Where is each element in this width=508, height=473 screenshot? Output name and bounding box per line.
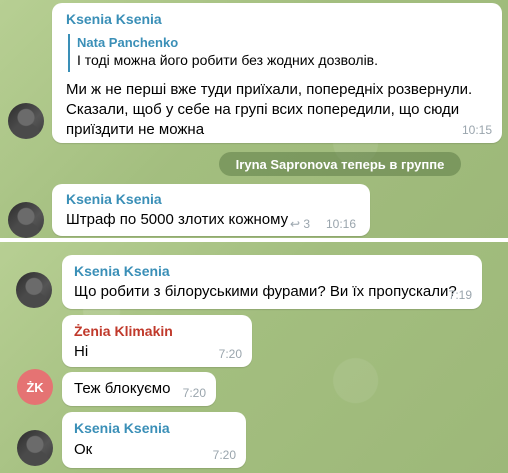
reply-quote[interactable]: Nata Panchenko І тоді можна його робити … <box>68 34 378 72</box>
message-time: 7:20 <box>182 386 206 400</box>
avatar[interactable] <box>16 272 52 308</box>
message-text: Що робити з білоруськими фурами? Ви їх п… <box>74 283 457 300</box>
avatar[interactable] <box>17 430 53 466</box>
reply-sender-name: Nata Panchenko <box>77 35 179 50</box>
avatar[interactable]: ŻK <box>17 369 53 405</box>
message-text: Ні <box>74 343 89 360</box>
sender-name[interactable]: Ksenia Ksenia <box>74 263 170 279</box>
sender-name[interactable]: Ksenia Ksenia <box>66 191 162 207</box>
reply-arrow-icon: ↩ <box>290 217 301 231</box>
message-bubble[interactable]: Żenia Klimakin Ні 7:20 <box>62 315 252 367</box>
message-bubble[interactable]: Ksenia Ksenia Штраф по 5000 злотих кожно… <box>52 184 370 236</box>
message-bubble[interactable]: Ksenia Ksenia Ок 7:20 <box>62 412 246 468</box>
message-text: Теж блокуємо <box>74 380 171 397</box>
message-line: Ми ж не перші вже туди приїхали, поперед… <box>66 81 473 98</box>
replies-count: 3 <box>303 217 311 231</box>
reply-text: І тоді можна його робити без жодних дозв… <box>77 52 379 68</box>
message-bubble[interactable]: Теж блокуємо 7:20 <box>62 372 216 406</box>
message-time: 7:19 <box>448 288 472 302</box>
message-line: приїздити не можна <box>66 121 205 138</box>
message-bubble[interactable]: Ksenia Ksenia Що робити з білоруськими ф… <box>62 255 482 309</box>
sender-name[interactable]: Ksenia Ksenia <box>74 420 170 436</box>
message-bubble[interactable]: Ksenia Ksenia Nata Panchenko І тоді можн… <box>52 3 502 143</box>
message-text: Штраф по 5000 злотих кожному <box>66 211 289 228</box>
message-time: 10:16 <box>326 217 357 231</box>
message-time: 10:15 <box>461 123 492 137</box>
sender-name[interactable]: Żenia Klimakin <box>74 323 173 339</box>
service-message: Iryna Sapronova теперь в группе <box>219 152 461 176</box>
sender-name[interactable]: Ksenia Ksenia <box>66 11 162 27</box>
message-text: Ми ж не перші вже туди приїхали, поперед… <box>66 80 472 140</box>
chat-panel-top: Ksenia Ksenia Nata Panchenko І тоді можн… <box>0 0 508 238</box>
avatar[interactable] <box>8 202 44 238</box>
message-time: 7:20 <box>212 448 236 462</box>
message-text: Ок <box>74 441 93 458</box>
message-time: 7:20 <box>218 347 242 361</box>
message-line: Сказали, щоб у себе на групі всих попере… <box>66 101 460 118</box>
avatar[interactable] <box>8 103 44 139</box>
replies-counter[interactable]: ↩ 3 <box>290 217 310 231</box>
chat-panel-bottom: Ksenia Ksenia Що робити з білоруськими ф… <box>0 242 508 473</box>
